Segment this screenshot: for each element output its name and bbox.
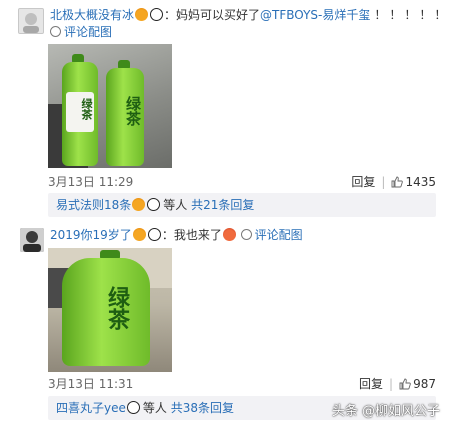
comment-exclaim: ！！！！！ (374, 8, 450, 22)
crown-emoji-icon (132, 198, 146, 211)
comment-text: ：妈妈可以买好了 (164, 8, 261, 22)
panda-emoji-icon (147, 228, 161, 241)
thumbs-up-icon (392, 176, 404, 188)
username[interactable]: 2019你19岁了 (50, 228, 132, 242)
crown-emoji-icon (135, 8, 149, 21)
divider-bar: | (389, 377, 394, 391)
bottle-label-text: 绿茶 (80, 98, 93, 120)
comment-actions: 回复 | 987 (359, 375, 436, 392)
fire-emoji-icon (222, 228, 236, 241)
comment-text: ：我也来了 (161, 228, 222, 242)
avatar-image (19, 9, 43, 33)
comment-photo[interactable]: 绿茶 绿茶 (48, 44, 172, 168)
comment-actions: 回复 | 1435 (351, 173, 436, 190)
image-icon (50, 26, 61, 37)
crown-emoji-icon (132, 228, 146, 241)
avatar-image (20, 228, 44, 252)
watermark: 头条 @柳如风公子 (331, 404, 440, 419)
panda-emoji-icon (150, 8, 164, 21)
avatar[interactable] (18, 8, 44, 34)
reply-total[interactable]: 共21条回复 (191, 198, 254, 212)
reply-button[interactable]: 回复 (351, 175, 375, 189)
panda-emoji-icon (147, 198, 161, 211)
mention-link[interactable]: @TFBOYS-易烊千玺 (260, 8, 370, 22)
comment-date: 3月13日 11:31 (48, 377, 134, 391)
thumbs-up-icon (399, 378, 411, 390)
avatar[interactable] (20, 228, 44, 252)
reply-user[interactable]: 四喜丸子yee (56, 401, 126, 415)
comment-line: 2019你19岁了 ：我也来了 评论配图 (50, 227, 303, 243)
reply-suffix: 等人 (142, 401, 167, 415)
like-button[interactable]: 1435 (391, 175, 436, 189)
image-icon (240, 229, 252, 240)
reply-user[interactable]: 易式法则18条 (56, 198, 131, 212)
bottle-label-text: 绿茶 (124, 96, 142, 126)
like-count: 1435 (405, 175, 436, 189)
like-button[interactable]: 987 (399, 377, 436, 391)
comment-photo[interactable]: 绿茶 (48, 248, 172, 372)
reply-suffix: 等人 (163, 198, 188, 212)
bottle-right: 绿茶 (106, 68, 144, 166)
reply-preview[interactable]: 易式法则18条 等人 共21条回复 (48, 193, 436, 217)
reply-button[interactable]: 回复 (359, 377, 383, 391)
comment-image-label: 评论配图 (64, 25, 113, 39)
bottle: 绿茶 (62, 258, 150, 366)
like-count: 987 (413, 377, 436, 391)
bottle-label-text: 绿茶 (104, 286, 130, 330)
divider-bar: | (381, 175, 386, 189)
comment-image-link[interactable]: 评论配图 (240, 228, 303, 242)
bottle-left: 绿茶 (62, 62, 98, 166)
comment-line: 北极大概没有冰 ：妈妈可以买好了@TFBOYS-易烊千玺 ！！！！！ (50, 7, 449, 23)
username[interactable]: 北极大概没有冰 (50, 8, 134, 22)
reply-total[interactable]: 共38条回复 (171, 401, 234, 415)
panda-emoji-icon (126, 401, 140, 414)
comment-image-link[interactable]: 评论配图 (50, 24, 112, 40)
comment-image-label: 评论配图 (254, 228, 303, 242)
comment-date: 3月13日 11:29 (48, 175, 134, 189)
